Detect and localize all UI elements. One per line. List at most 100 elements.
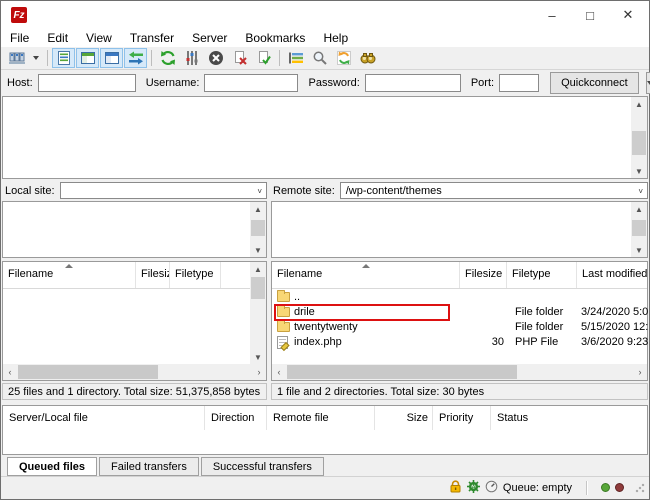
local-site-label: Local site: xyxy=(5,185,55,197)
menu-server[interactable]: Server xyxy=(183,31,236,45)
site-manager-dropdown-icon[interactable] xyxy=(29,48,43,68)
refresh-icon[interactable] xyxy=(156,48,179,68)
title-bar: Fz – □ ✕ xyxy=(1,1,649,29)
queue-status-text: Queue: empty xyxy=(503,482,572,494)
column-header-remote-file[interactable]: Remote file xyxy=(267,406,375,430)
file-type: File folder xyxy=(515,306,563,318)
maximize-button[interactable]: □ xyxy=(571,1,609,29)
file-last-modified: 3/24/2020 5:0 xyxy=(581,306,649,318)
column-header-size[interactable]: Size xyxy=(375,406,433,430)
tab-queued-files[interactable]: Queued files xyxy=(7,457,97,476)
host-input[interactable] xyxy=(38,74,136,92)
toggle-message-log-icon[interactable] xyxy=(52,48,75,68)
scrollbar-thumb[interactable] xyxy=(251,277,265,299)
scroll-up-icon[interactable]: ▲ xyxy=(250,202,266,216)
file-last-modified: 5/15/2020 12: xyxy=(581,321,649,333)
reconnect-icon[interactable] xyxy=(252,48,275,68)
local-tree-scrollbar[interactable]: ▲ ▼ xyxy=(250,202,266,257)
gear-icon: A xyxy=(467,480,480,496)
scrollbar-thumb[interactable] xyxy=(18,365,158,379)
scroll-down-icon[interactable]: ▼ xyxy=(631,164,647,178)
queue-tab-bar: Queued files Failed transfers Successful… xyxy=(2,457,324,478)
process-queue-icon[interactable] xyxy=(180,48,203,68)
close-button[interactable]: ✕ xyxy=(609,1,647,29)
column-header-direction[interactable]: Direction xyxy=(205,406,267,430)
synchronized-browsing-icon[interactable] xyxy=(332,48,355,68)
table-row[interactable]: twentytwenty File folder 5/15/2020 12: xyxy=(272,320,647,335)
column-header-filetype[interactable]: Filetype xyxy=(507,262,577,288)
local-site-combobox[interactable]: ˅ xyxy=(60,182,267,199)
filezilla-window: Fz – □ ✕ File Edit View Transfer Server … xyxy=(0,0,650,500)
find-files-icon[interactable] xyxy=(356,48,379,68)
password-input[interactable] xyxy=(365,74,461,92)
scroll-left-icon[interactable]: ‹ xyxy=(272,364,286,380)
scroll-right-icon[interactable]: › xyxy=(633,364,647,380)
username-input[interactable] xyxy=(204,74,298,92)
filename-filters-icon[interactable] xyxy=(284,48,307,68)
scrollbar-thumb[interactable] xyxy=(632,131,646,155)
table-row[interactable]: index.php 30 PHP File 3/6/2020 9:23 xyxy=(272,335,647,350)
quickconnect-bar: Host: Username: Password: Port: Quickcon… xyxy=(1,70,649,95)
column-header-status[interactable]: Status xyxy=(491,406,647,430)
file-name: drile xyxy=(294,306,315,318)
quickconnect-button[interactable]: Quickconnect xyxy=(550,72,639,94)
directory-listing-filter-icon[interactable] xyxy=(308,48,331,68)
quickconnect-dropdown-icon[interactable] xyxy=(646,72,650,94)
remote-file-list-hscrollbar[interactable]: ‹ › xyxy=(272,364,647,380)
remote-site-value: /wp-content/themes xyxy=(346,185,442,197)
toggle-local-tree-icon[interactable] xyxy=(76,48,99,68)
site-manager-icon[interactable] xyxy=(5,48,28,68)
column-header-filetype[interactable]: Filetype xyxy=(170,262,221,288)
column-header-last-modified[interactable]: Last modified xyxy=(577,262,649,288)
scrollbar-thumb[interactable] xyxy=(251,220,265,236)
sort-ascending-icon xyxy=(362,264,370,268)
table-row[interactable]: drile File folder 3/24/2020 5:0 xyxy=(272,305,647,320)
column-header-filesize[interactable]: Filesize xyxy=(460,262,507,288)
scrollbar-thumb[interactable] xyxy=(632,220,646,236)
directory-comparison-icon[interactable] xyxy=(124,48,147,68)
tab-successful-transfers[interactable]: Successful transfers xyxy=(201,457,324,476)
speed-limit-icon xyxy=(485,480,498,496)
cancel-operation-icon[interactable] xyxy=(204,48,227,68)
local-tree-pane: ▲ ▼ xyxy=(2,201,267,258)
host-label: Host: xyxy=(7,77,33,89)
local-file-list-hscrollbar[interactable]: ‹ › xyxy=(3,364,266,380)
chevron-down-icon[interactable]: ˅ xyxy=(257,187,262,196)
scroll-up-icon[interactable]: ▲ xyxy=(250,262,266,276)
remote-tree-scrollbar[interactable]: ▲ ▼ xyxy=(631,202,647,257)
scroll-down-icon[interactable]: ▼ xyxy=(250,350,266,364)
toolbar-separator xyxy=(279,50,280,66)
scroll-left-icon[interactable]: ‹ xyxy=(3,364,17,380)
resize-grip[interactable] xyxy=(635,483,645,493)
menu-transfer[interactable]: Transfer xyxy=(121,31,183,45)
message-log-scrollbar[interactable]: ▲ ▼ xyxy=(631,97,647,178)
username-label: Username: xyxy=(146,77,200,89)
tab-failed-transfers[interactable]: Failed transfers xyxy=(99,457,199,476)
menu-edit[interactable]: Edit xyxy=(38,31,77,45)
chevron-down-icon[interactable]: ˅ xyxy=(638,187,643,196)
port-label: Port: xyxy=(471,77,494,89)
minimize-button[interactable]: – xyxy=(533,1,571,29)
column-header-filesize[interactable]: Filesize xyxy=(136,262,170,288)
scroll-right-icon[interactable]: › xyxy=(252,364,266,380)
scroll-up-icon[interactable]: ▲ xyxy=(631,97,647,111)
remote-file-list-header: Filename Filesize Filetype Last modified xyxy=(272,262,647,289)
scrollbar-thumb[interactable] xyxy=(287,365,517,379)
column-header-server-local-file[interactable]: Server/Local file xyxy=(3,406,205,430)
menu-view[interactable]: View xyxy=(77,31,121,45)
column-header-priority[interactable]: Priority xyxy=(433,406,491,430)
menu-bookmarks[interactable]: Bookmarks xyxy=(236,31,314,45)
remote-site-row: Remote site: /wp-content/themes ˅ xyxy=(273,181,648,200)
menu-help[interactable]: Help xyxy=(314,31,357,45)
remote-site-combobox[interactable]: /wp-content/themes ˅ xyxy=(340,182,648,199)
local-file-list-scrollbar[interactable]: ▲ ▼ xyxy=(250,262,266,364)
menu-file[interactable]: File xyxy=(1,31,38,45)
table-row[interactable]: .. xyxy=(272,290,647,305)
toggle-remote-tree-icon[interactable] xyxy=(100,48,123,68)
sort-ascending-icon xyxy=(65,264,73,268)
scroll-up-icon[interactable]: ▲ xyxy=(631,202,647,216)
disconnect-icon[interactable] xyxy=(228,48,251,68)
scroll-down-icon[interactable]: ▼ xyxy=(250,243,266,257)
scroll-down-icon[interactable]: ▼ xyxy=(631,243,647,257)
port-input[interactable] xyxy=(499,74,539,92)
